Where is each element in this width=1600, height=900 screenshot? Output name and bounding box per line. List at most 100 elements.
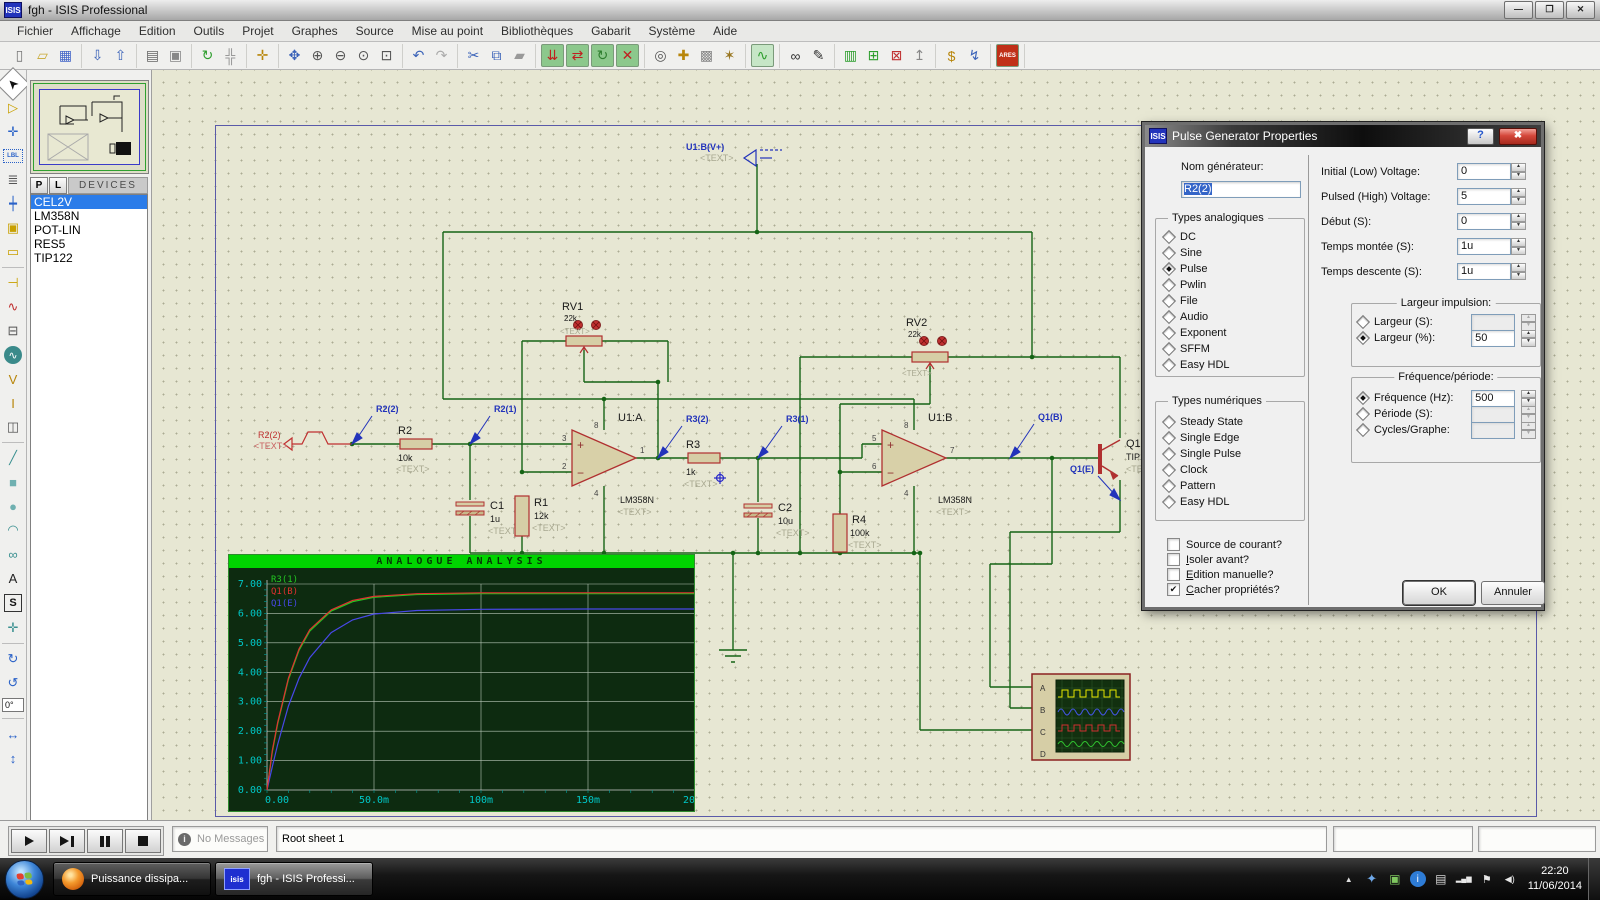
menu-fichier[interactable]: Fichier [8,22,62,40]
ok-button[interactable]: OK [1403,581,1475,605]
terminal-mode-button[interactable]: ▭ [1,240,25,264]
radio-p-riode-s-[interactable]: Période (S):▲▼ [1358,406,1536,422]
bill-of-materials-button[interactable]: $ [941,45,962,66]
radio-clock[interactable]: Clock [1164,462,1243,478]
cut-button[interactable]: ✂ [463,45,484,66]
device-pin-mode-button[interactable]: ⊣ [1,271,25,295]
radio-largeur-s-[interactable]: Largeur (S):▲▼ [1358,314,1536,330]
junction-dot-mode-button[interactable]: ✛ [1,120,25,144]
tape-recorder-mode-button[interactable]: ⊟ [1,319,25,343]
resistor-r2[interactable]: R2 10k <TEXT> [396,425,432,474]
menu-mise-au-point[interactable]: Mise au point [403,22,492,40]
block-move-button[interactable]: ⇄ [566,44,589,67]
packaging-tool-button[interactable]: ▩ [696,45,717,66]
graph-mode-button[interactable]: ∿ [1,295,25,319]
taskbar-clock[interactable]: 22:20 11/06/2014 [1528,864,1582,894]
toggle-grid-button[interactable]: ╬ [220,45,241,66]
save-file-button[interactable]: ▦ [55,45,76,66]
copy-button[interactable]: ⧉ [486,45,507,66]
menu-graphes[interactable]: Graphes [283,22,347,40]
show-desktop-button[interactable] [1588,858,1600,900]
tray-expand-icon[interactable]: ▲ [1341,871,1357,887]
field-pulsed-high-voltage-[interactable]: Pulsed (High) Voltage:5▲▼ [1321,184,1537,209]
radio-cycles-graphe-[interactable]: Cycles/Graphe:▲▼ [1358,422,1536,438]
decompose-button[interactable]: ✶ [719,45,740,66]
block-delete-button[interactable]: ✕ [616,44,639,67]
box-2d-button[interactable]: ■ [1,470,25,494]
device-item-res5[interactable]: RES5 [31,237,147,251]
voltage-probe-mode-button[interactable]: V [1,367,25,391]
checkbox-source-de-courant-[interactable]: Source de courant? [1167,537,1282,552]
remove-sheet-button[interactable]: ⊠ [886,45,907,66]
zoom-area-button[interactable]: ⊡ [376,45,397,66]
radio-largeur-[interactable]: Largeur (%):50▲▼ [1358,330,1536,346]
pause-button[interactable] [87,829,123,853]
menu-source[interactable]: Source [347,22,403,40]
menu-edition[interactable]: Edition [130,22,185,40]
menu-bibliothèques[interactable]: Bibliothèques [492,22,582,40]
redraw-button[interactable]: ↻ [197,45,218,66]
field-temps-descente-s-[interactable]: Temps descente (S):1u▲▼ [1321,259,1537,284]
menu-aide[interactable]: Aide [704,22,746,40]
start-button[interactable] [5,860,44,899]
close-button[interactable]: ✕ [1566,1,1595,19]
radio-single-pulse[interactable]: Single Pulse [1164,446,1243,462]
device-item-tip122[interactable]: TIP122 [31,251,147,265]
block-rotate-button[interactable]: ↻ [591,44,614,67]
voltage-probes[interactable]: R2(2) R2(1) R3(2) R3(1) Q1(B) Q1(E) [352,404,1120,500]
pick-parts-button[interactable]: ◎ [650,45,671,66]
cancel-button[interactable]: Annuler [1481,581,1545,605]
circle-2d-button[interactable]: ● [1,494,25,518]
device-list[interactable]: CEL2VLM358NPOT-LINRES5TIP122 [30,194,148,830]
step-button[interactable] [49,829,85,853]
generator-name-input[interactable]: R2(2) [1181,181,1301,198]
potentiometer-rv2[interactable]: RV2 22k <TEXT> [902,317,948,378]
mirror-vertical-button[interactable]: ↕ [1,746,25,770]
radio-pulse[interactable]: Pulse [1164,261,1230,277]
checkbox-edition-manuelle-[interactable]: Edition manuelle? [1167,567,1282,582]
mark-print-area-button[interactable]: ▣ [165,45,186,66]
signal-strength-icon[interactable]: ▂▄▆ [1456,871,1472,887]
device-item-pot-lin[interactable]: POT-LIN [31,223,147,237]
opamp-u1b[interactable]: + − 5 6 7 8 4 U1:B LM358N <TEXT> [872,412,972,517]
open-folder-button[interactable]: ▱ [32,45,53,66]
radio-sffm[interactable]: SFFM [1164,341,1230,357]
redo-button[interactable]: ↷ [431,45,452,66]
zoom-out-button[interactable]: ⊖ [330,45,351,66]
windows-update-icon[interactable]: ✦ [1364,871,1380,887]
analogue-analysis-graph[interactable]: ANALOGUE ANALYSIS 0.001.002.003.004.005.… [228,554,695,812]
subcircuit-mode-button[interactable]: ▣ [1,216,25,240]
dialog-help-button[interactable]: ? [1467,128,1494,145]
play-button[interactable] [11,829,47,853]
radio-exponent[interactable]: Exponent [1164,325,1230,341]
radio-dc[interactable]: DC [1164,229,1230,245]
library-manager-button[interactable]: L [49,177,67,194]
wire-autorouter-button[interactable]: ∿ [751,44,774,67]
search-and-tag-button[interactable]: ∞ [785,45,806,66]
clipboard-tray-icon[interactable]: ▤ [1433,871,1449,887]
volume-icon[interactable]: ◀) [1502,871,1518,887]
info-notification-icon[interactable]: i [1410,871,1426,887]
opamp-u1a[interactable]: + − 3 2 1 8 4 U1:A LM358N <TEXT> [562,412,654,517]
potentiometer-rv1[interactable]: RV1 22k <TEXT> [560,301,602,353]
pulse-generator-properties-dialog[interactable]: ISIS Pulse Generator Properties ? ✖ Nom … [1142,122,1544,610]
field-temps-mont-e-s-[interactable]: Temps montée (S):1u▲▼ [1321,234,1537,259]
schematic-overview[interactable] [30,80,149,174]
resistor-r4[interactable]: R4 100k <TEXT> [833,514,882,552]
pulse-generator-symbol[interactable] [284,432,352,450]
field-d-but-s-[interactable]: Début (S):0▲▼ [1321,209,1537,234]
path-2d-button[interactable]: ∞ [1,542,25,566]
resistor-r1[interactable]: R1 12k <TEXT> [515,496,566,536]
rotate-clockwise-button[interactable]: ↻ [1,647,25,671]
minimize-button[interactable]: — [1504,1,1533,19]
pick-devices-button[interactable]: P [30,177,48,194]
stop-button[interactable] [125,829,161,853]
checkbox-cacher-propri-t-s-[interactable]: ✔Cacher propriétés? [1167,582,1282,597]
menu-gabarit[interactable]: Gabarit [582,22,639,40]
radio-fr-quence-hz-[interactable]: Fréquence (Hz):500▲▼ [1358,390,1536,406]
netlist-to-ares-button[interactable]: ARES [996,44,1019,67]
radio-file[interactable]: File [1164,293,1230,309]
make-device-button[interactable]: ✚ [673,45,694,66]
origin-button[interactable]: ✛ [252,45,273,66]
mirror-horizontal-button[interactable]: ↔ [1,722,25,746]
